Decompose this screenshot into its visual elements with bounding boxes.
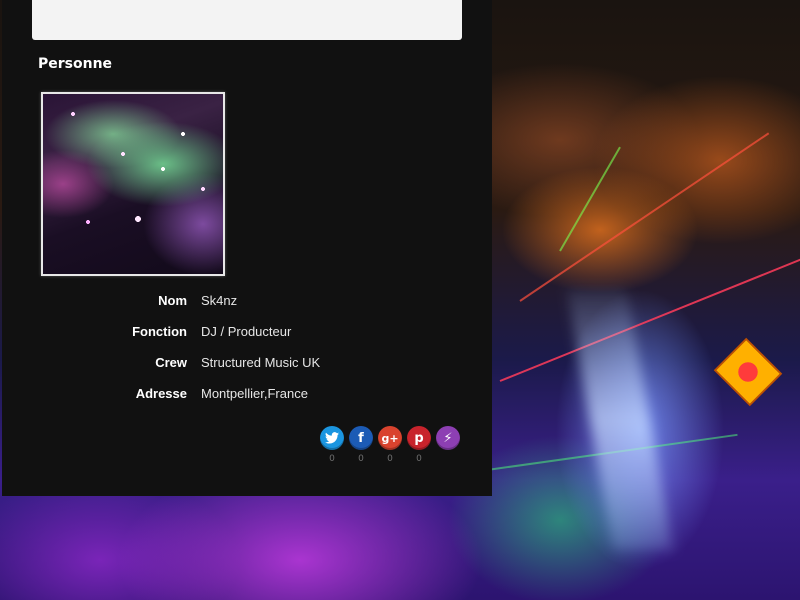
laser-beam [519, 132, 770, 302]
info-value: Structured Music UK [201, 355, 321, 370]
hanging-lantern [713, 337, 783, 407]
facebook-glyph: f [358, 430, 364, 446]
info-label: Nom [158, 293, 187, 308]
pinterest-glyph: p [414, 430, 424, 446]
info-row-crew: Crew Structured Music UK [2, 355, 492, 375]
info-row-fonction: Fonction DJ / Producteur [2, 324, 492, 344]
page: Personne Nom Sk4nz Fonction DJ / Product… [0, 0, 800, 600]
info-value: DJ / Producteur [201, 324, 292, 339]
laser-beam [559, 146, 621, 252]
flattr-glyph: ⚡ [443, 430, 453, 446]
info-row-nom: Nom Sk4nz [2, 293, 492, 313]
share-count: 0 [387, 454, 393, 464]
twitter-bird-icon[interactable] [320, 426, 344, 450]
share-bar: 0 f 0 g+ 0 p 0 ⚡ [320, 426, 470, 466]
share-pinterest: p 0 [407, 426, 431, 466]
share-twitter: 0 [320, 426, 344, 466]
info-label: Adresse [135, 386, 187, 401]
top-content-box [32, 0, 462, 40]
person-avatar-image [41, 92, 225, 276]
share-count: 0 [329, 454, 335, 464]
info-label: Crew [155, 355, 187, 370]
info-value: Montpellier,France [201, 386, 308, 401]
light-glow [567, 290, 673, 550]
facebook-f-icon[interactable]: f [349, 426, 373, 450]
info-row-adresse: Adresse Montpellier,France [2, 386, 492, 406]
share-count: 0 [358, 454, 364, 464]
person-panel: Personne Nom Sk4nz Fonction DJ / Product… [2, 0, 492, 496]
share-count: 0 [416, 454, 422, 464]
google-plus-icon[interactable]: g+ [378, 426, 402, 450]
share-flattr: ⚡ [436, 426, 460, 466]
flattr-bolt-icon[interactable]: ⚡ [436, 426, 460, 450]
share-googleplus: g+ 0 [378, 426, 402, 466]
section-title: Personne [38, 56, 113, 72]
info-value: Sk4nz [201, 293, 238, 308]
info-label: Fonction [132, 324, 187, 339]
share-facebook: f 0 [349, 426, 373, 466]
googleplus-glyph: g+ [381, 431, 399, 445]
pinterest-p-icon[interactable]: p [407, 426, 431, 450]
